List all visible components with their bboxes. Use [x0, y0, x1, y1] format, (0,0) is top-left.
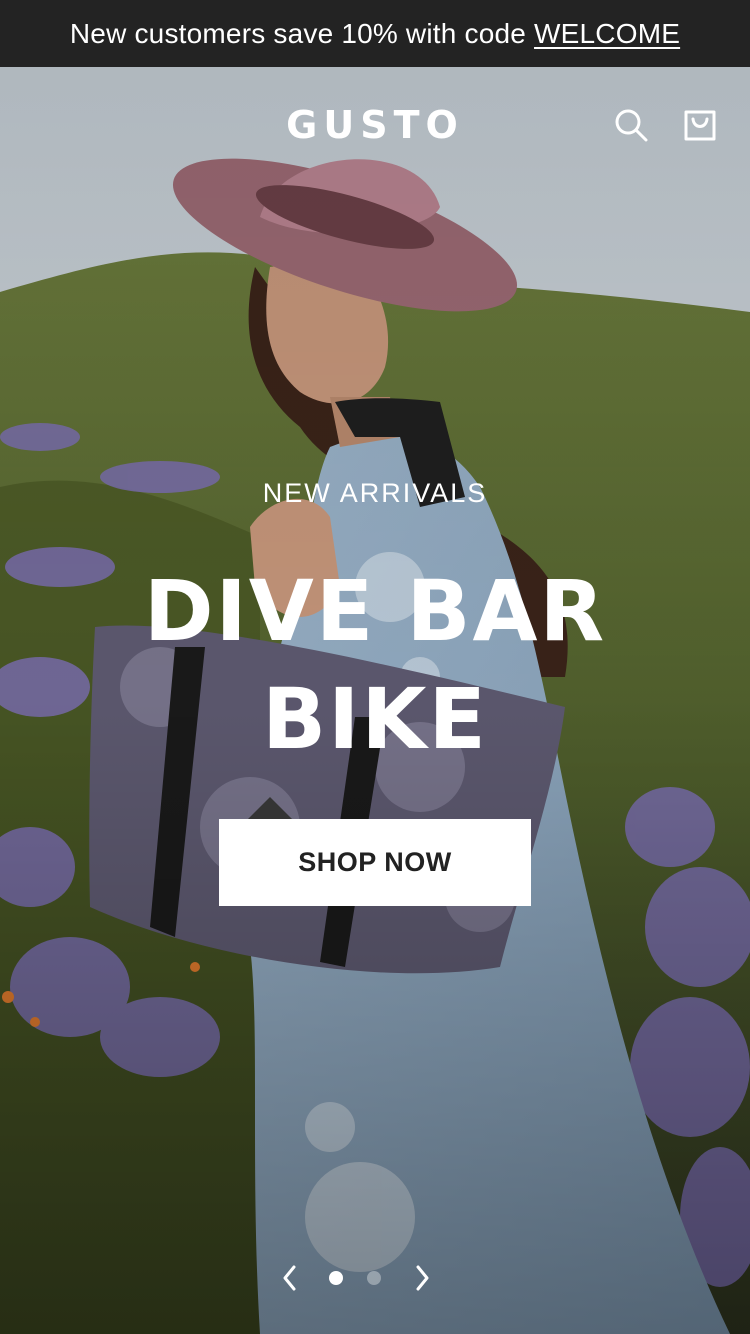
slide-dot-1[interactable] — [329, 1271, 343, 1285]
chevron-right-icon — [416, 1265, 429, 1291]
search-icon[interactable] — [611, 105, 651, 145]
slide-dot-2[interactable] — [367, 1271, 381, 1285]
shop-now-button[interactable]: SHOP NOW — [219, 819, 531, 906]
next-slide-button[interactable] — [408, 1264, 436, 1292]
hero-headline-line-2: BIKE — [262, 670, 488, 768]
site-header: GUSTO — [0, 67, 750, 182]
slideshow-controls — [0, 1264, 750, 1292]
hero-headline: DIVE BAR BIKE — [0, 557, 750, 773]
previous-slide-button[interactable] — [276, 1264, 304, 1292]
promo-code-link[interactable]: WELCOME — [534, 18, 680, 50]
announcement-text: New customers save 10% with code — [69, 17, 527, 49]
hero-content: NEW ARRIVALS DIVE BAR BIKE — [0, 478, 750, 773]
cart-icon[interactable] — [680, 105, 720, 145]
hero-headline-line-1: DIVE BAR — [143, 562, 607, 660]
hero-kicker: NEW ARRIVALS — [262, 478, 488, 508]
chevron-left-icon — [283, 1265, 296, 1291]
announcement-bar: New customers save 10% with code WELCOME — [0, 0, 750, 67]
